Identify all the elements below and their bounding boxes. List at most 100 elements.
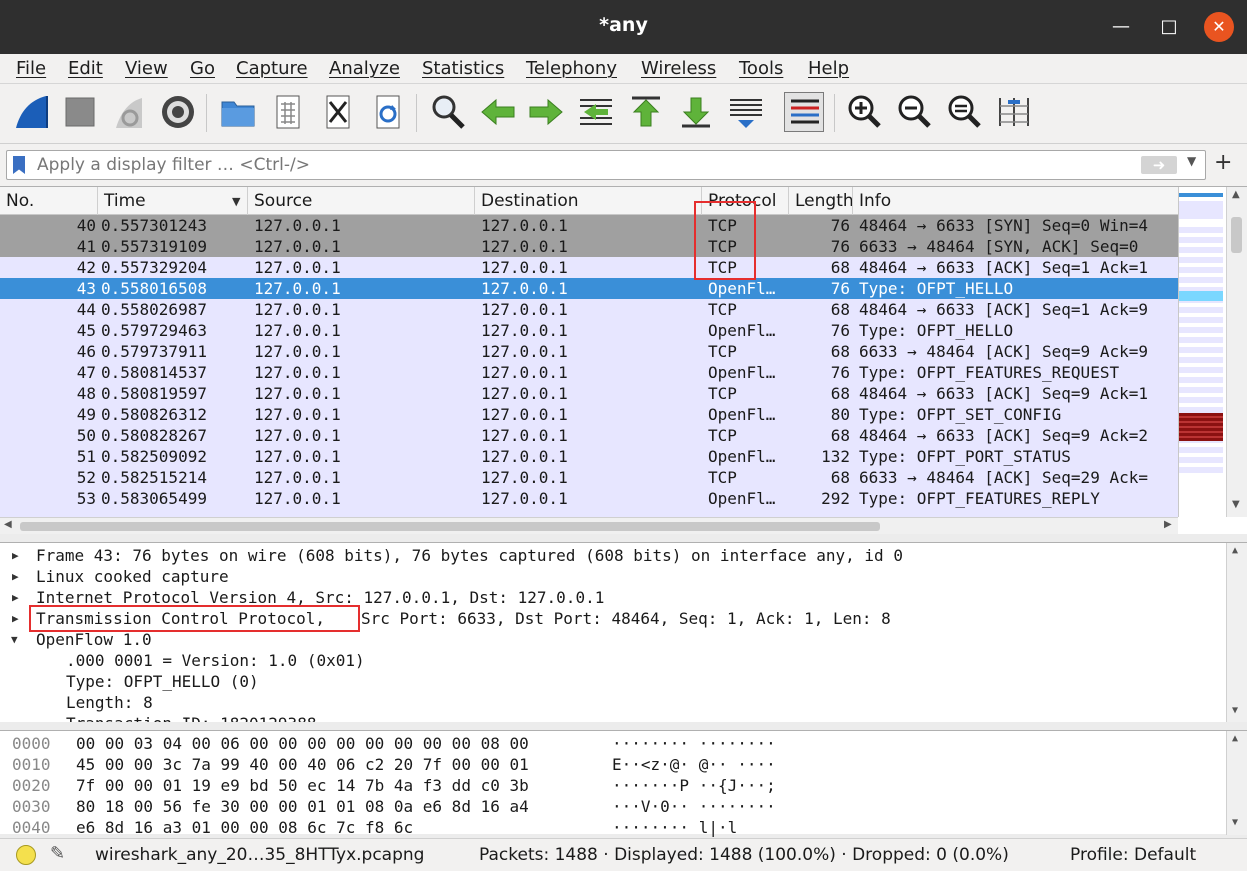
back-arrow-icon[interactable]	[478, 92, 518, 132]
menu-analyze[interactable]: Analyze	[329, 58, 400, 79]
go-to-packet-icon[interactable]	[576, 92, 616, 132]
gear-icon[interactable]	[158, 92, 198, 132]
expand-icon[interactable]: ▶	[12, 545, 19, 566]
pane-splitter-bottom[interactable]	[0, 722, 1247, 730]
menu-help[interactable]: Help	[808, 58, 849, 79]
restart-icon[interactable]	[110, 92, 150, 132]
expert-info-icon[interactable]	[16, 845, 36, 865]
collapse-icon[interactable]: ▼	[11, 629, 18, 650]
reload-icon[interactable]	[368, 92, 408, 132]
colorize-icon[interactable]	[784, 92, 824, 132]
menu-go[interactable]: Go	[190, 58, 215, 79]
file-grid-icon[interactable]	[268, 92, 308, 132]
minimize-icon[interactable]: —	[1106, 12, 1136, 42]
cell-no: 53	[76, 489, 96, 508]
scroll-down-icon[interactable]: ▼	[1232, 817, 1238, 828]
resize-columns-icon[interactable]	[994, 92, 1034, 132]
menu-capture[interactable]: Capture	[236, 58, 308, 79]
cell-dst: 127.0.0.1	[481, 405, 568, 424]
close-file-icon[interactable]	[318, 92, 358, 132]
table-row[interactable]: 53 0.583065499 127.0.0.1 127.0.0.1 OpenFl… 29…	[0, 488, 1178, 509]
expand-icon[interactable]: ▶	[12, 587, 19, 608]
autoscroll-icon[interactable]	[726, 92, 766, 132]
table-row[interactable]: 40 0.557301243 127.0.0.1 127.0.0.1 TCP 76 4846…	[0, 215, 1178, 236]
col-time[interactable]: Time	[98, 187, 248, 215]
cell-time: 0.583065499	[101, 489, 207, 508]
search-icon[interactable]	[428, 92, 468, 132]
cell-time: 0.558026987	[101, 300, 207, 319]
pane-splitter-top[interactable]	[0, 534, 1247, 542]
table-row[interactable]: 52 0.582515214 127.0.0.1 127.0.0.1 TCP 68 6633…	[0, 467, 1178, 488]
scroll-down-icon[interactable]: ▼	[1232, 705, 1238, 716]
detail-of-length[interactable]: Length: 8	[66, 692, 153, 713]
add-filter-button-icon[interactable]: +	[1214, 150, 1232, 175]
zoom-reset-icon[interactable]	[944, 92, 984, 132]
cell-no: 43	[76, 279, 96, 298]
bookmark-icon[interactable]	[13, 156, 25, 174]
last-packet-icon[interactable]	[676, 92, 716, 132]
cell-dst: 127.0.0.1	[481, 321, 568, 340]
table-row[interactable]: 51 0.582509092 127.0.0.1 127.0.0.1 OpenFl… 13…	[0, 446, 1178, 467]
bytes-scrollbar[interactable]: ▲ ▼	[1226, 731, 1247, 835]
expand-icon[interactable]: ▶	[12, 566, 19, 587]
close-icon[interactable]: ✕	[1204, 12, 1234, 42]
menu-telephony[interactable]: Telephony	[526, 58, 617, 79]
bytes-hex: 45 00 00 3c 7a 99 40 00 40 06 c2 20 7f 0…	[76, 755, 529, 774]
col-info[interactable]: Info	[853, 187, 1178, 215]
first-packet-icon[interactable]	[626, 92, 666, 132]
scroll-right-icon[interactable]: ▶	[1164, 519, 1172, 530]
table-row[interactable]: 42 0.557329204 127.0.0.1 127.0.0.1 TCP 68 4846…	[0, 257, 1178, 278]
table-row[interactable]: 48 0.580819597 127.0.0.1 127.0.0.1 TCP 68 4846…	[0, 383, 1178, 404]
table-row[interactable]: 49 0.580826312 127.0.0.1 127.0.0.1 OpenFl… 80…	[0, 404, 1178, 425]
zoom-out-icon[interactable]	[894, 92, 934, 132]
scroll-up-icon[interactable]: ▲	[1232, 733, 1238, 744]
cell-src: 127.0.0.1	[254, 258, 341, 277]
cell-no: 52	[76, 468, 96, 487]
zoom-in-icon[interactable]	[844, 92, 884, 132]
menu-statistics[interactable]: Statistics	[422, 58, 504, 79]
table-row[interactable]: 45 0.579729463 127.0.0.1 127.0.0.1 OpenFl… 76…	[0, 320, 1178, 341]
status-bar: ✎ wireshark_any_20…35_8HTTyx.pcapng Pack…	[0, 838, 1247, 871]
display-filter-input[interactable]	[37, 153, 1137, 177]
detail-of-type[interactable]: Type: OFPT_HELLO (0)	[66, 671, 259, 692]
menu-view[interactable]: View	[125, 58, 168, 79]
folder-icon[interactable]	[218, 92, 258, 132]
scroll-left-icon[interactable]: ◀	[4, 519, 12, 530]
menu-tools[interactable]: Tools	[739, 58, 783, 79]
packet-list-hscroll[interactable]: ◀ ▶	[0, 517, 1178, 535]
detail-of-version[interactable]: .000 0001 = Version: 1.0 (0x01)	[66, 650, 365, 671]
menu-edit[interactable]: Edit	[68, 58, 103, 79]
table-row[interactable]: 44 0.558026987 127.0.0.1 127.0.0.1 TCP 68 4846…	[0, 299, 1178, 320]
col-length[interactable]: Length	[789, 187, 853, 215]
shark-fin-start-icon[interactable]	[12, 92, 52, 132]
detail-tcp-summary: Src Port: 6633, Dst Port: 48464, Seq: 1,…	[361, 609, 891, 628]
table-row[interactable]: 46 0.579737911 127.0.0.1 127.0.0.1 TCP 68 6633…	[0, 341, 1178, 362]
forward-arrow-icon[interactable]	[526, 92, 566, 132]
scroll-down-icon[interactable]: ▼	[1232, 499, 1240, 510]
scroll-up-icon[interactable]: ▲	[1232, 189, 1240, 200]
cell-len: 76	[830, 237, 850, 256]
col-destination[interactable]: Destination	[475, 187, 702, 215]
col-source[interactable]: Source	[248, 187, 475, 215]
stop-icon[interactable]	[60, 92, 100, 132]
table-row-partial	[0, 509, 1178, 517]
bytes-hex: 7f 00 00 01 19 e9 bd 50 ec 14 7b 4a f3 d…	[76, 776, 529, 795]
apply-filter-arrow-icon[interactable]: ➜	[1141, 156, 1177, 174]
details-scrollbar[interactable]: ▲ ▼	[1226, 543, 1247, 723]
packet-minimap[interactable]	[1178, 187, 1224, 517]
capture-comment-icon[interactable]: ✎	[50, 843, 65, 864]
expand-icon[interactable]: ▶	[12, 608, 19, 629]
table-row[interactable]: 43 0.558016508 127.0.0.1 127.0.0.1 OpenFl… 76…	[0, 278, 1178, 299]
status-profile[interactable]: Profile: Default	[1070, 845, 1196, 865]
menu-wireless[interactable]: Wireless	[641, 58, 716, 79]
filter-dropdown-icon[interactable]: ▼	[1187, 154, 1196, 168]
packet-list-scrollbar[interactable]: ▲ ▼	[1226, 187, 1247, 517]
table-row[interactable]: 47 0.580814537 127.0.0.1 127.0.0.1 OpenFl… 76…	[0, 362, 1178, 383]
table-row[interactable]: 50 0.580828267 127.0.0.1 127.0.0.1 TCP 68 4846…	[0, 425, 1178, 446]
scroll-up-icon[interactable]: ▲	[1232, 545, 1238, 556]
cell-no: 50	[76, 426, 96, 445]
table-row[interactable]: 41 0.557319109 127.0.0.1 127.0.0.1 TCP 76 6633…	[0, 236, 1178, 257]
menu-file[interactable]: File	[16, 58, 46, 79]
maximize-icon[interactable]: □	[1154, 12, 1184, 42]
col-no[interactable]: No.	[0, 187, 98, 215]
